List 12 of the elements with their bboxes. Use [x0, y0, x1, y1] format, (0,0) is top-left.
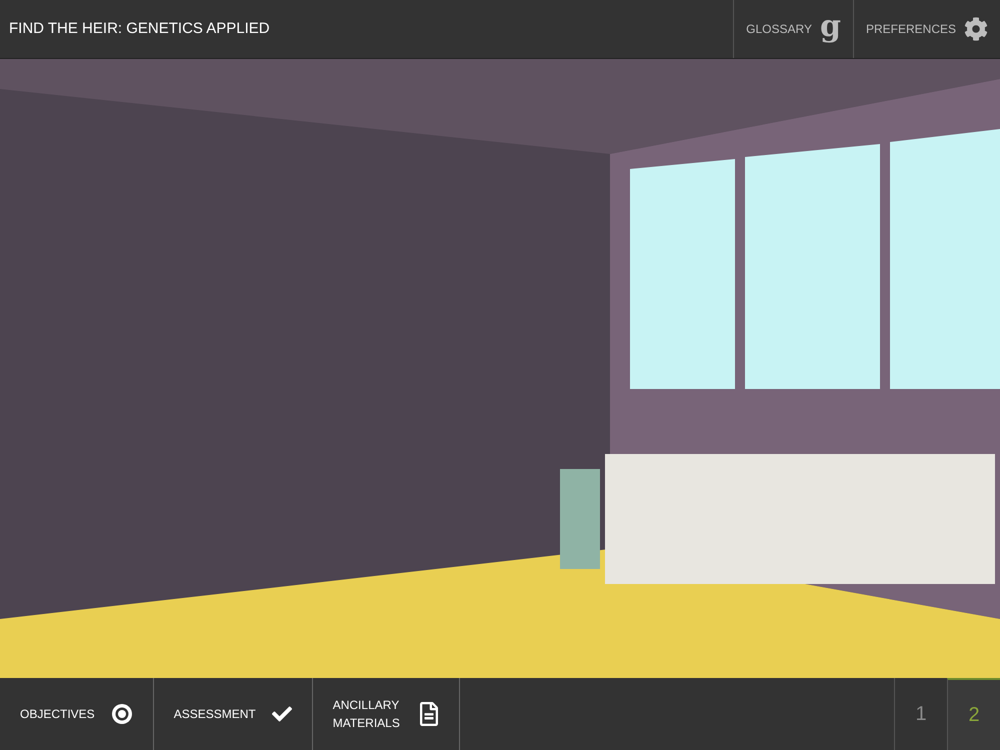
glossary-button[interactable]: GLOSSARY g [733, 0, 853, 58]
settings-icon [964, 17, 988, 41]
activity-title: FIND THE HEIR: GENETICS APPLIED [8, 18, 271, 39]
document-icon [418, 702, 439, 726]
page-button[interactable]: 2 [947, 678, 1000, 750]
target-icon [110, 703, 133, 725]
preferences-button[interactable]: PREFERENCES [852, 0, 1000, 58]
checkmark-icon [272, 704, 292, 724]
assessment-button[interactable]: ASSESSMENT [154, 678, 313, 750]
objectives-button[interactable]: OBJECTIVES [0, 678, 154, 750]
materials-button[interactable]: ANCILLARY MATERIALS [312, 678, 460, 750]
glossary-icon: g [820, 12, 841, 42]
